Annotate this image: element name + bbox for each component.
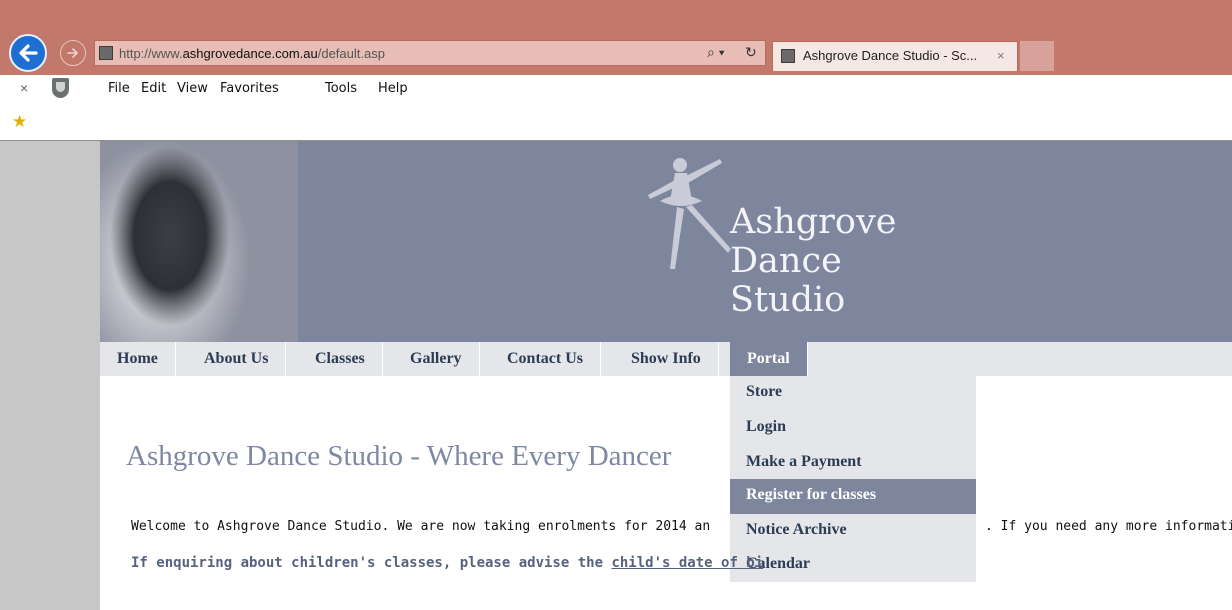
back-button[interactable]	[9, 34, 47, 72]
refresh-icon[interactable]: ↻	[745, 44, 757, 61]
site-nav: Home About Us Classes Gallery Contact Us…	[100, 342, 1232, 376]
welcome-text-start: Welcome to Ashgrove Dance Studio. We are…	[131, 519, 711, 534]
nav-home[interactable]: Home	[100, 342, 176, 376]
nav-portal[interactable]: Portal	[730, 342, 808, 376]
menu-tools[interactable]: Tools	[325, 81, 357, 96]
address-bar[interactable]: http://www.ashgrovedance.com.au/default.…	[94, 40, 766, 66]
logo-line-3: Studio	[730, 280, 846, 320]
menu-file[interactable]: File	[108, 81, 130, 96]
logo-line-2: Dance	[730, 241, 842, 281]
forward-button[interactable]	[60, 40, 86, 66]
close-icon[interactable]: ×	[20, 80, 28, 96]
dropdown-calendar[interactable]: Calendar	[730, 548, 976, 583]
dropdown-make-a-payment[interactable]: Make a Payment	[730, 446, 976, 481]
tab-close-icon[interactable]: ×	[997, 48, 1005, 63]
menu-help[interactable]: Help	[378, 81, 408, 96]
dancer-photo	[100, 141, 298, 342]
logo-line-1: Ashgrove	[730, 202, 897, 242]
page-left-margin	[0, 141, 100, 610]
dropdown-notice-archive[interactable]: Notice Archive	[730, 514, 976, 549]
nav-show-info[interactable]: Show Info	[614, 342, 719, 376]
page-headline: Ashgrove Dance Studio - Where Every Danc…	[126, 440, 672, 472]
url-prefix: http://www.	[119, 46, 183, 61]
shield-icon[interactable]	[52, 78, 69, 98]
portal-dropdown-menu: Store Login Make a Payment Register for …	[730, 376, 976, 582]
studio-logo-text: Ashgrove Dance Studio	[730, 203, 896, 320]
dropdown-store[interactable]: Store	[730, 376, 976, 411]
url-domain: ashgrovedance.com.au	[182, 46, 318, 61]
browser-title-bar: http://www.ashgrovedance.com.au/default.…	[0, 0, 1232, 75]
back-arrow-icon	[19, 44, 38, 62]
dropdown-login[interactable]: Login	[730, 411, 976, 446]
nav-about-us[interactable]: About Us	[187, 342, 287, 376]
menu-edit[interactable]: Edit	[141, 81, 166, 96]
browser-tab-active[interactable]: Ashgrove Dance Studio - Sc... ×	[772, 41, 1018, 71]
enquire-text: If enquiring about children's classes, p…	[131, 555, 763, 571]
favorites-bar: ★	[0, 102, 1232, 141]
dob-link[interactable]: child's date of bi	[611, 555, 763, 571]
menu-favorites[interactable]: Favorites	[220, 81, 279, 96]
menu-bar: × File Edit View Favorites Tools Help	[0, 75, 1232, 102]
add-favorite-star-icon[interactable]: ★	[12, 113, 27, 130]
tab-title: Ashgrove Dance Studio - Sc...	[803, 48, 978, 63]
nav-contact-us[interactable]: Contact Us	[490, 342, 601, 376]
site-favicon-icon	[99, 46, 113, 60]
new-tab-button[interactable]	[1020, 41, 1054, 71]
address-url[interactable]: http://www.ashgrovedance.com.au/default.…	[119, 46, 385, 61]
welcome-text-end: . If you need any more information	[985, 519, 1232, 534]
dropdown-register-for-classes[interactable]: Register for classes	[730, 479, 976, 514]
tab-favicon-icon	[781, 49, 795, 63]
nav-classes[interactable]: Classes	[298, 342, 383, 376]
site-banner: Ashgrove Dance Studio	[100, 141, 1232, 342]
search-dropdown-icon[interactable]: ⌕ ▾	[707, 44, 725, 61]
nav-gallery[interactable]: Gallery	[393, 342, 480, 376]
forward-arrow-icon	[67, 48, 78, 58]
url-path: /default.asp	[317, 46, 385, 61]
menu-view[interactable]: View	[177, 81, 208, 96]
enquire-text-start: If enquiring about children's classes, p…	[131, 555, 612, 571]
